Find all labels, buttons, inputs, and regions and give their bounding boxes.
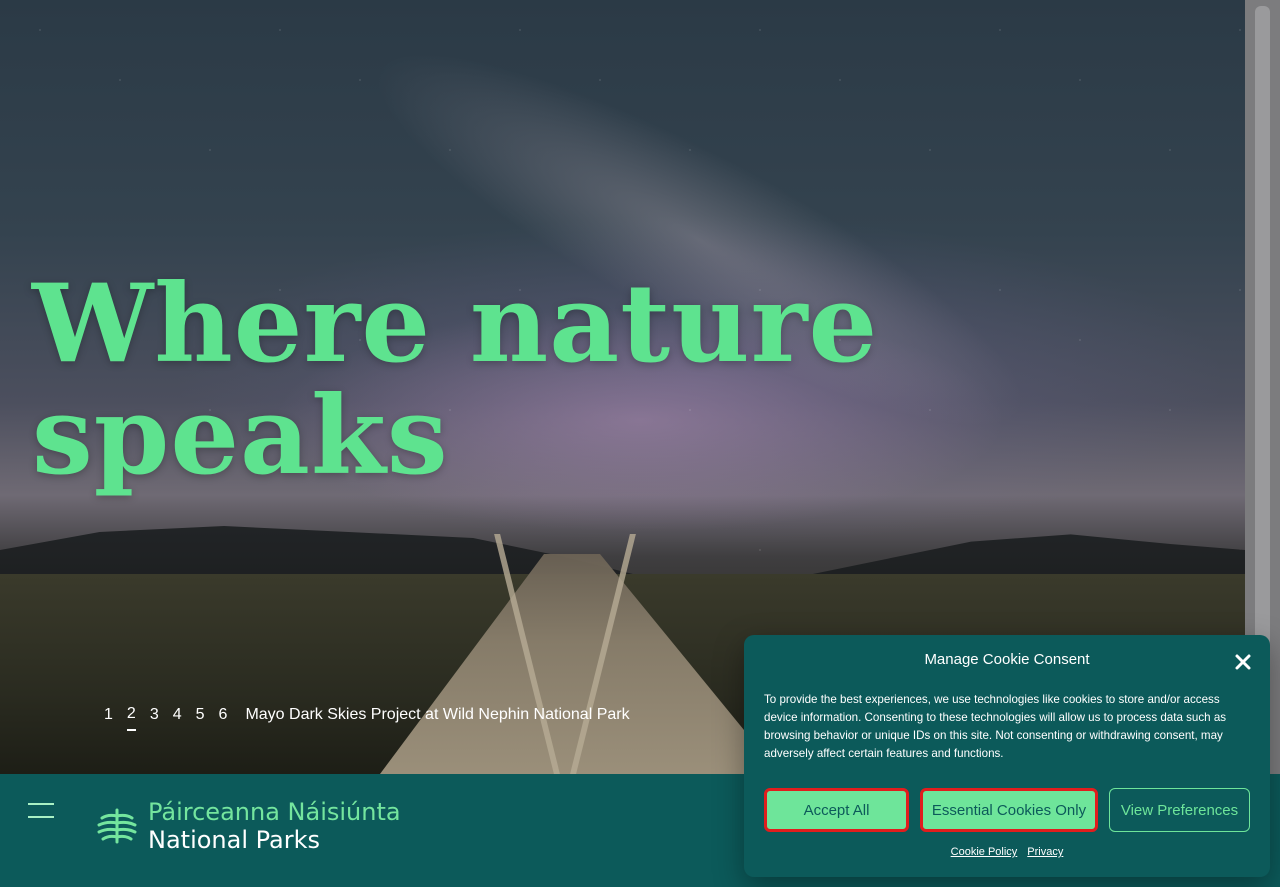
- cookie-description: To provide the best experiences, we use …: [764, 693, 1227, 760]
- essential-cookies-button[interactable]: Essential Cookies Only: [920, 788, 1098, 832]
- slide-4[interactable]: 4: [173, 706, 182, 730]
- hamburger-line-top: [28, 803, 54, 805]
- cookie-title: Manage Cookie Consent: [924, 651, 1090, 668]
- cookie-links: Cookie Policy Privacy: [744, 846, 1270, 858]
- accept-all-button[interactable]: Accept All: [764, 788, 909, 832]
- cookie-policy-link[interactable]: Cookie Policy: [951, 846, 1018, 858]
- view-preferences-button[interactable]: View Preferences: [1109, 788, 1250, 832]
- slide-3[interactable]: 3: [150, 706, 159, 730]
- cookie-consent-modal: Manage Cookie Consent To provide the bes…: [744, 635, 1270, 877]
- slider-navigation: 1 2 3 4 5 6 Mayo Dark Skies Project at W…: [104, 705, 630, 731]
- brand-text: Páirceanna Náisiúnta National Parks: [148, 798, 401, 854]
- slide-2[interactable]: 2: [126, 705, 136, 731]
- hamburger-menu-icon[interactable]: [28, 803, 54, 819]
- close-icon[interactable]: [1234, 653, 1252, 671]
- cookie-actions: Accept All Essential Cookies Only View P…: [764, 788, 1250, 832]
- slide-1[interactable]: 1: [104, 706, 113, 730]
- slide-caption: Mayo Dark Skies Project at Wild Nephin N…: [245, 706, 630, 723]
- site-logo[interactable]: Páirceanna Náisiúnta National Parks: [96, 798, 401, 854]
- brand-english-name: National Parks: [148, 826, 321, 854]
- hero-title: Where nature speaks: [32, 261, 879, 499]
- privacy-link[interactable]: Privacy: [1027, 846, 1063, 858]
- hamburger-line-bottom: [28, 816, 54, 818]
- slide-6[interactable]: 6: [219, 706, 228, 730]
- brand-irish-name: Páirceanna Náisiúnta: [148, 798, 401, 826]
- national-parks-logo-icon: [97, 808, 137, 844]
- slide-5[interactable]: 5: [196, 706, 205, 730]
